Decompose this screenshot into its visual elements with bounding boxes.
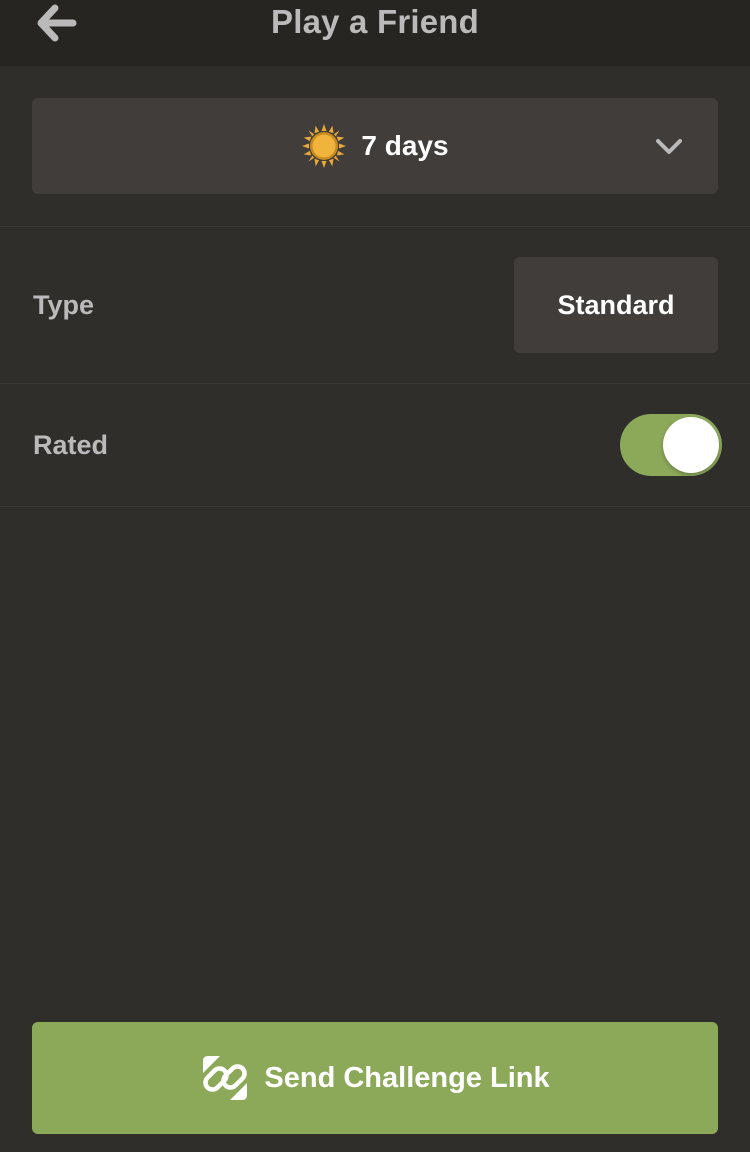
sun-icon	[302, 124, 347, 168]
type-select-button[interactable]: Standard	[514, 257, 718, 353]
toggle-knob	[663, 417, 719, 473]
chevron-down-icon	[656, 139, 682, 154]
divider	[0, 383, 750, 384]
divider	[0, 506, 750, 507]
header-bar: Play a Friend	[0, 0, 750, 66]
time-control-dropdown[interactable]: 7 days	[32, 98, 718, 194]
rated-toggle[interactable]	[620, 414, 722, 476]
link-icon	[203, 1056, 248, 1100]
page-title: Play a Friend	[270, 3, 479, 40]
type-label: Type	[33, 290, 95, 320]
send-challenge-link-button[interactable]: Send Challenge Link	[32, 1022, 718, 1134]
time-control-label: 7 days	[361, 130, 449, 161]
rated-label: Rated	[33, 430, 109, 460]
send-challenge-link-label: Send Challenge Link	[264, 1061, 550, 1094]
divider	[0, 226, 750, 227]
